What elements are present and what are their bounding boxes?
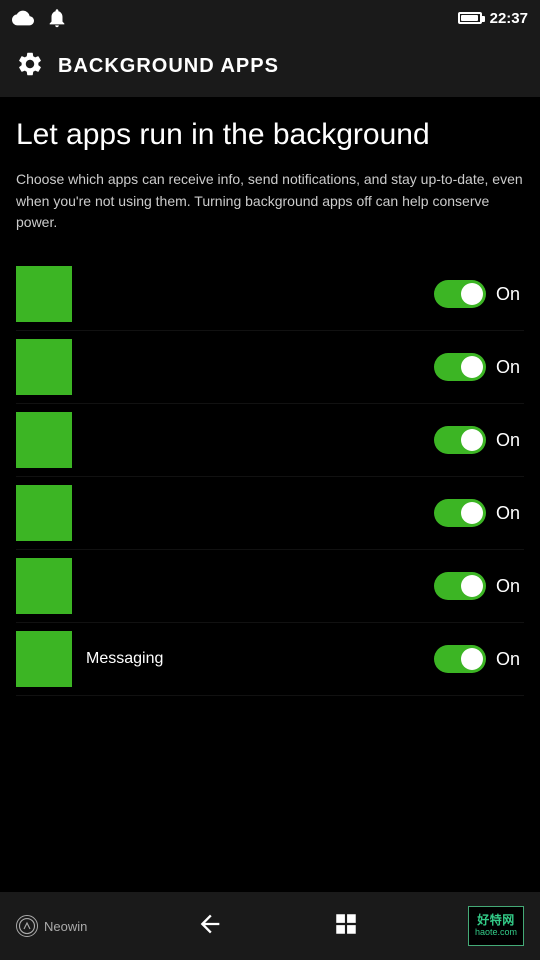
nav-back-button[interactable]	[196, 910, 224, 943]
app-row: On	[16, 258, 524, 331]
battery-icon	[458, 12, 482, 24]
toggle-label-5: On	[496, 576, 524, 597]
nav-logo	[16, 915, 38, 937]
page-description: Choose which apps can receive info, send…	[16, 169, 524, 234]
toggle-6[interactable]	[434, 645, 486, 673]
app-list: On On On	[16, 258, 524, 696]
toggle-1[interactable]	[434, 280, 486, 308]
toggle-4[interactable]	[434, 499, 486, 527]
bottom-nav: Neowin 好特网 haote.com	[0, 892, 540, 960]
toggle-area-5[interactable]: On	[434, 572, 524, 600]
bell-icon	[46, 7, 68, 29]
toggle-label-4: On	[496, 503, 524, 524]
nav-windows-button[interactable]	[333, 911, 359, 942]
brand-label: Neowin	[44, 919, 87, 934]
toggle-area-1[interactable]: On	[434, 280, 524, 308]
toggle-label-6: On	[496, 649, 524, 670]
app-row: On	[16, 331, 524, 404]
status-left-icons	[12, 7, 458, 29]
time-display: 22:37	[490, 10, 528, 27]
app-icon-3	[16, 412, 72, 468]
toggle-area-2[interactable]: On	[434, 353, 524, 381]
toggle-area-6[interactable]: On	[434, 645, 524, 673]
toggle-3[interactable]	[434, 426, 486, 454]
header-title: BACKGROUND APPS	[58, 55, 279, 78]
header: BACKGROUND APPS	[0, 36, 540, 97]
toggle-5[interactable]	[434, 572, 486, 600]
toggle-area-3[interactable]: On	[434, 426, 524, 454]
cloud-icon	[12, 7, 34, 29]
app-icon-4	[16, 485, 72, 541]
app-row: On	[16, 477, 524, 550]
app-row: Messaging On	[16, 623, 524, 696]
toggle-label-2: On	[496, 357, 524, 378]
app-icon-2	[16, 339, 72, 395]
toggle-area-4[interactable]: On	[434, 499, 524, 527]
page-title: Let apps run in the background	[16, 117, 524, 153]
nav-watermark: 好特网 haote.com	[468, 906, 524, 946]
main-content: Let apps run in the background Choose wh…	[0, 97, 540, 696]
gear-icon	[16, 50, 44, 83]
toggle-label-1: On	[496, 284, 524, 305]
app-icon-1	[16, 266, 72, 322]
app-row: On	[16, 550, 524, 623]
toggle-label-3: On	[496, 430, 524, 451]
status-bar: 22:37	[0, 0, 540, 36]
toggle-2[interactable]	[434, 353, 486, 381]
nav-brand: Neowin	[16, 915, 87, 937]
status-right: 22:37	[458, 10, 528, 27]
app-icon-5	[16, 558, 72, 614]
watermark-text: 好特网 haote.com	[475, 914, 517, 937]
app-icon-6	[16, 631, 72, 687]
app-row: On	[16, 404, 524, 477]
app-name-messaging: Messaging	[86, 650, 434, 668]
